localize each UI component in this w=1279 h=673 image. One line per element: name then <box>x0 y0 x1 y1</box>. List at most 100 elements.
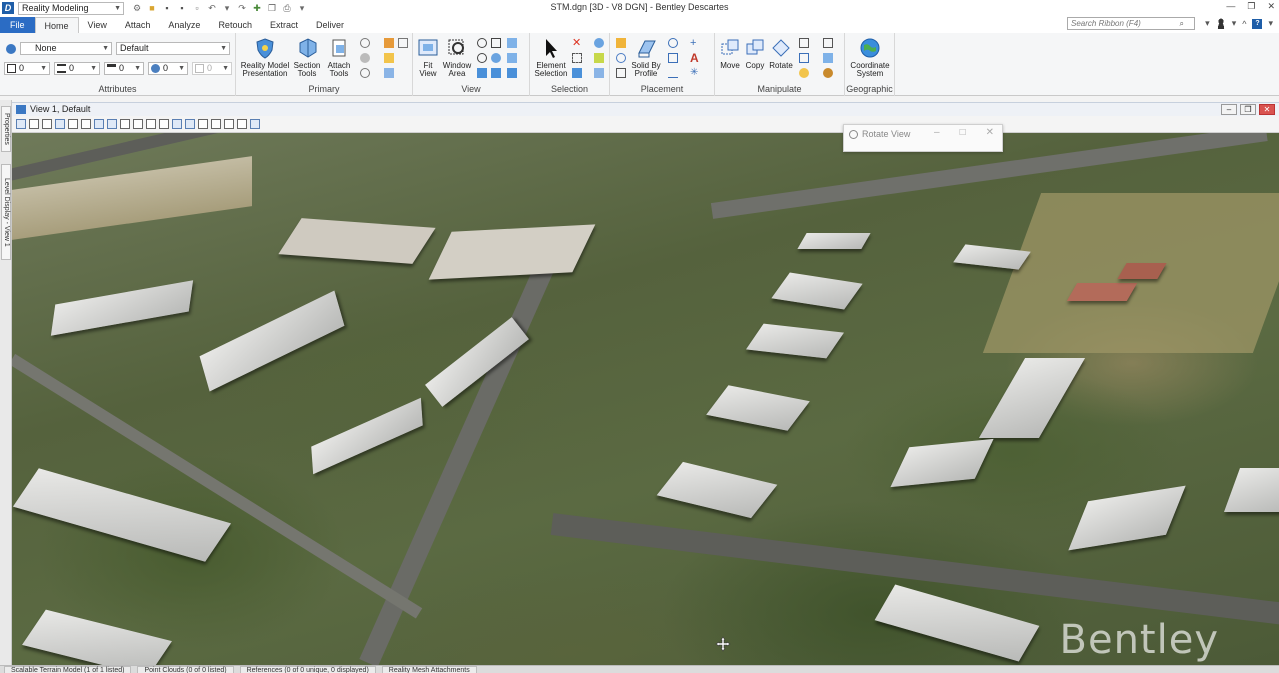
change-attributes-icon[interactable] <box>823 68 833 78</box>
view-toggles-icon[interactable] <box>250 119 260 129</box>
view-next-tool-icon[interactable] <box>159 119 169 129</box>
undo-icon[interactable]: ↶ <box>207 3 217 13</box>
view-next-icon[interactable] <box>491 68 501 78</box>
minimize-icon[interactable]: — <box>1226 1 1235 12</box>
view-close-icon[interactable]: ✕ <box>1259 104 1275 115</box>
toggle-3d-icon[interactable] <box>237 119 247 129</box>
select-by-attributes-icon[interactable] <box>572 68 582 78</box>
place-arc-icon[interactable] <box>616 53 626 63</box>
attach-tools-button[interactable]: Attach Tools <box>324 37 354 78</box>
place-smartline-icon[interactable] <box>668 68 678 78</box>
zoom-in-view-icon[interactable] <box>68 119 78 129</box>
line-style-combo[interactable]: 0 ▼ <box>54 62 100 75</box>
view-attributes-icon[interactable] <box>16 119 26 129</box>
level-manager-icon[interactable] <box>6 44 16 54</box>
transparency-combo[interactable]: 0 ▼ <box>148 62 188 75</box>
align-icon[interactable] <box>799 68 809 78</box>
walk-icon[interactable] <box>224 119 234 129</box>
search-icon[interactable]: ⌕ <box>1180 18 1184 29</box>
view-rotation-icon[interactable] <box>55 119 65 129</box>
open-icon[interactable]: ■ <box>147 3 157 13</box>
close-icon[interactable]: ✕ <box>1267 1 1275 12</box>
mirror-icon[interactable] <box>799 53 809 63</box>
element-selection-button[interactable]: Element Selection <box>532 37 570 78</box>
grid-icon[interactable] <box>398 38 408 48</box>
pan-view-icon[interactable] <box>133 119 143 129</box>
display-style-icon[interactable] <box>29 119 39 129</box>
app-logo-icon[interactable]: D <box>2 2 14 14</box>
viewport-3d[interactable]: Bentley <box>12 133 1279 665</box>
delete-icon[interactable]: ✕ <box>572 38 582 49</box>
level-combo[interactable]: None ▼ <box>20 42 112 55</box>
fence-icon[interactable] <box>572 53 582 63</box>
stretch-icon[interactable] <box>823 38 833 48</box>
dialog-close-icon[interactable]: ✕ <box>986 127 994 138</box>
pan-icon[interactable] <box>477 68 487 78</box>
copy-button[interactable]: Copy <box>743 37 767 70</box>
save-icon[interactable]: ▪ <box>162 3 172 13</box>
dock-tab-properties[interactable]: Properties <box>1 106 11 152</box>
dialog-minimize-icon[interactable]: – <box>934 127 940 138</box>
place-curve-icon[interactable] <box>616 68 626 78</box>
tab-home[interactable]: Home <box>34 17 79 33</box>
rotate-view-tool-icon[interactable] <box>120 119 130 129</box>
tab-deliver[interactable]: Deliver <box>307 17 353 33</box>
view-cube-icon[interactable] <box>507 38 517 48</box>
status-tab-references[interactable]: References (0 of 0 unique, 0 displayed) <box>239 666 376 673</box>
save-settings-icon[interactable]: ▪ <box>177 3 187 13</box>
text-style-combo[interactable]: Default ▼ <box>116 42 230 55</box>
section-tools-button[interactable]: Section Tools <box>292 37 322 78</box>
highlight-icon[interactable] <box>384 53 394 63</box>
measure-icon[interactable] <box>384 38 394 48</box>
status-tab-terrain-model[interactable]: Scalable Terrain Model (1 of 1 listed) <box>4 666 132 673</box>
pin-icon[interactable]: ✚ <box>252 3 262 13</box>
fit-view-button[interactable]: Fit View <box>417 37 439 78</box>
fit-view-view-icon[interactable] <box>107 119 117 129</box>
redo-icon[interactable]: ↷ <box>237 3 247 13</box>
array-icon[interactable] <box>823 53 833 63</box>
status-tab-reality-mesh[interactable]: Reality Mesh Attachments <box>381 666 477 673</box>
view-display-icon[interactable] <box>507 53 517 63</box>
scale-icon[interactable] <box>799 38 809 48</box>
line-weight-combo[interactable]: 0 ▼ <box>104 62 144 75</box>
place-point-icon[interactable]: + <box>690 38 700 49</box>
place-cell-icon[interactable]: ✳ <box>690 68 700 78</box>
rotate-view-icon[interactable] <box>491 38 501 48</box>
copy-view-icon[interactable] <box>172 119 182 129</box>
search-element-icon[interactable] <box>360 38 370 48</box>
dialog-maximize-icon[interactable]: □ <box>960 127 966 138</box>
solid-by-profile-button[interactable]: Solid By Profile <box>628 37 664 78</box>
reality-model-presentation-button[interactable]: Reality Model Presentation <box>239 37 291 78</box>
coordinate-system-button[interactable]: Coordinate System <box>847 37 893 78</box>
element-info-icon[interactable] <box>360 53 370 63</box>
view-restore-icon[interactable]: ❐ <box>1240 104 1256 115</box>
zoom-out-icon[interactable] <box>477 53 487 63</box>
view-previous-tool-icon[interactable] <box>146 119 156 129</box>
dock-tab-level-display[interactable]: Level Display - View 1 <box>1 164 11 260</box>
place-circle-icon[interactable] <box>668 38 678 48</box>
priority-combo[interactable]: 0 ▼ <box>192 62 232 75</box>
place-line-icon[interactable] <box>616 38 626 48</box>
tab-attach[interactable]: Attach <box>116 17 160 33</box>
qat-dropdown-icon[interactable]: ▾ <box>297 3 307 13</box>
color-combo[interactable]: 0 ▼ <box>4 62 50 75</box>
search-dropdown-icon[interactable]: ▾ <box>1205 18 1210 29</box>
move-button[interactable]: Move <box>718 37 742 70</box>
help-dropdown-icon[interactable]: ▾ <box>1268 18 1273 29</box>
ribbon-search-input[interactable]: Search Ribbon (F4) ⌕ <box>1067 17 1195 30</box>
view-layout-icon[interactable] <box>507 68 517 78</box>
zoom-out-view-icon[interactable] <box>81 119 91 129</box>
tab-extract[interactable]: Extract <box>261 17 307 33</box>
place-block-icon[interactable] <box>668 53 678 63</box>
view-minimize-icon[interactable]: – <box>1221 104 1237 115</box>
tab-analyze[interactable]: Analyze <box>159 17 209 33</box>
restore-icon[interactable]: ❐ <box>1247 1 1255 12</box>
level-display-icon[interactable] <box>384 68 394 78</box>
user-dropdown-icon[interactable]: ▾ <box>1232 18 1237 29</box>
status-tab-point-clouds[interactable]: Point Clouds (0 of 0 listed) <box>137 666 234 673</box>
clear-selection-icon[interactable] <box>594 68 604 78</box>
group-icon[interactable] <box>594 38 604 48</box>
view-previous-icon[interactable] <box>491 53 501 63</box>
place-text-icon[interactable]: A <box>690 52 700 64</box>
clip-mask-icon[interactable] <box>211 119 221 129</box>
